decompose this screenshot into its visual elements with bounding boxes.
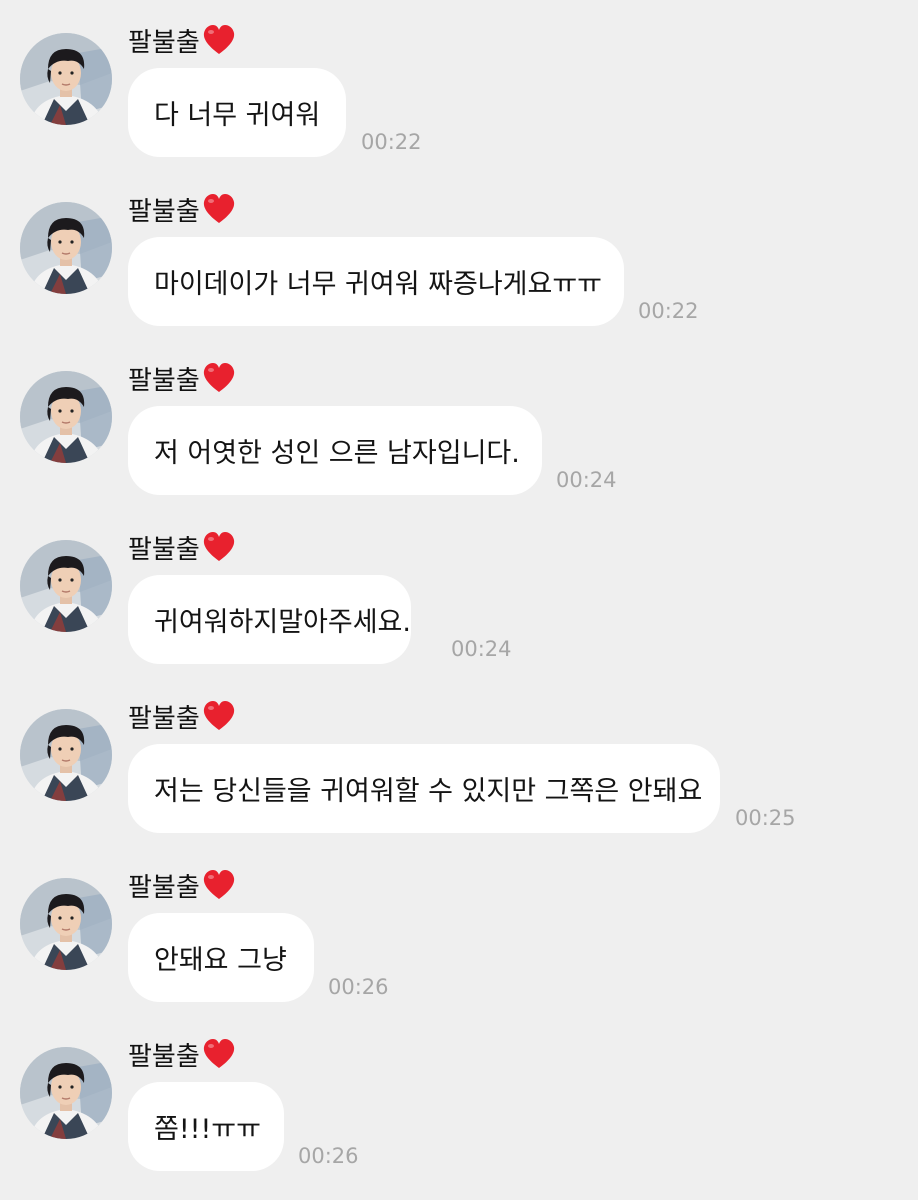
message-bubble[interactable]: 마이데이가 너무 귀여워 짜증나게요ㅠㅠ bbox=[128, 237, 624, 326]
avatar[interactable] bbox=[20, 202, 112, 294]
heart-icon bbox=[203, 1039, 234, 1068]
message-timestamp: 00:25 bbox=[735, 806, 796, 830]
sender-name: 팔불출 bbox=[128, 1041, 200, 1072]
sender-name: 팔불출 bbox=[128, 365, 200, 396]
message-timestamp: 00:24 bbox=[451, 637, 512, 661]
sender-name: 팔불출 bbox=[128, 196, 200, 227]
message-timestamp: 00:24 bbox=[556, 468, 617, 492]
chat-message: 팔불출 쫌!!!ㅠㅠ 00:26 bbox=[0, 1014, 918, 1174]
sender-name-row: 팔불출 bbox=[128, 867, 236, 903]
avatar[interactable] bbox=[20, 1047, 112, 1139]
message-timestamp: 00:26 bbox=[298, 1144, 359, 1168]
sender-name: 팔불출 bbox=[128, 27, 200, 58]
sender-name-row: 팔불출 bbox=[128, 698, 236, 734]
chat-message: 팔불출 저 어엿한 성인 으른 남자입니다. 00:24 bbox=[0, 338, 918, 498]
heart-icon bbox=[203, 701, 234, 730]
avatar[interactable] bbox=[20, 709, 112, 801]
sender-name: 팔불출 bbox=[128, 703, 200, 734]
message-text: 저는 당신들을 귀여워할 수 있지만 그쪽은 안돼요 bbox=[154, 776, 703, 807]
sender-name-row: 팔불출 bbox=[128, 1036, 236, 1072]
message-text: 다 너무 귀여워 bbox=[154, 100, 321, 131]
message-bubble[interactable]: 저는 당신들을 귀여워할 수 있지만 그쪽은 안돼요 bbox=[128, 744, 720, 833]
message-timestamp: 00:22 bbox=[361, 130, 422, 154]
sender-name-row: 팔불출 bbox=[128, 191, 236, 227]
message-text: 안돼요 그냥 bbox=[154, 945, 287, 976]
heart-icon bbox=[203, 25, 234, 54]
heart-icon bbox=[203, 532, 234, 561]
message-text: 귀여워하지말아주세요. bbox=[154, 607, 411, 638]
message-bubble[interactable]: 귀여워하지말아주세요. bbox=[128, 575, 411, 664]
sender-name: 팔불출 bbox=[128, 534, 200, 565]
message-bubble[interactable]: 다 너무 귀여워 bbox=[128, 68, 346, 157]
message-text: 저 어엿한 성인 으른 남자입니다. bbox=[154, 438, 520, 469]
message-timestamp: 00:26 bbox=[328, 975, 389, 999]
chat-message: 팔불출 마이데이가 너무 귀여워 짜증나게요ㅠㅠ 00:22 bbox=[0, 169, 918, 329]
avatar[interactable] bbox=[20, 371, 112, 463]
sender-name-row: 팔불출 bbox=[128, 22, 236, 58]
heart-icon bbox=[203, 363, 234, 392]
sender-name-row: 팔불출 bbox=[128, 360, 236, 396]
message-text: 마이데이가 너무 귀여워 짜증나게요ㅠㅠ bbox=[154, 269, 603, 300]
heart-icon bbox=[203, 870, 234, 899]
message-bubble[interactable]: 저 어엿한 성인 으른 남자입니다. bbox=[128, 406, 542, 495]
chat-message: 팔불출 안돼요 그냥 00:26 bbox=[0, 845, 918, 1005]
avatar[interactable] bbox=[20, 540, 112, 632]
avatar[interactable] bbox=[20, 878, 112, 970]
avatar[interactable] bbox=[20, 33, 112, 125]
message-text: 쫌!!!ㅠㅠ bbox=[154, 1114, 261, 1145]
message-bubble[interactable]: 안돼요 그냥 bbox=[128, 913, 314, 1002]
message-bubble[interactable]: 쫌!!!ㅠㅠ bbox=[128, 1082, 284, 1171]
chat-message: 팔불출 귀여워하지말아주세요. 00:24 bbox=[0, 507, 918, 667]
sender-name-row: 팔불출 bbox=[128, 529, 236, 565]
chat-message: 팔불출 저는 당신들을 귀여워할 수 있지만 그쪽은 안돼요 00:25 bbox=[0, 676, 918, 836]
chat-message: 팔불출 다 너무 귀여워 00:22 bbox=[0, 0, 918, 160]
message-timestamp: 00:22 bbox=[638, 299, 699, 323]
chat-message-list[interactable]: 팔불출 다 너무 귀여워 00:22 팔불출 마이데이가 너무 귀여워 짜증나게… bbox=[0, 0, 918, 1200]
sender-name: 팔불출 bbox=[128, 872, 200, 903]
heart-icon bbox=[203, 194, 234, 223]
